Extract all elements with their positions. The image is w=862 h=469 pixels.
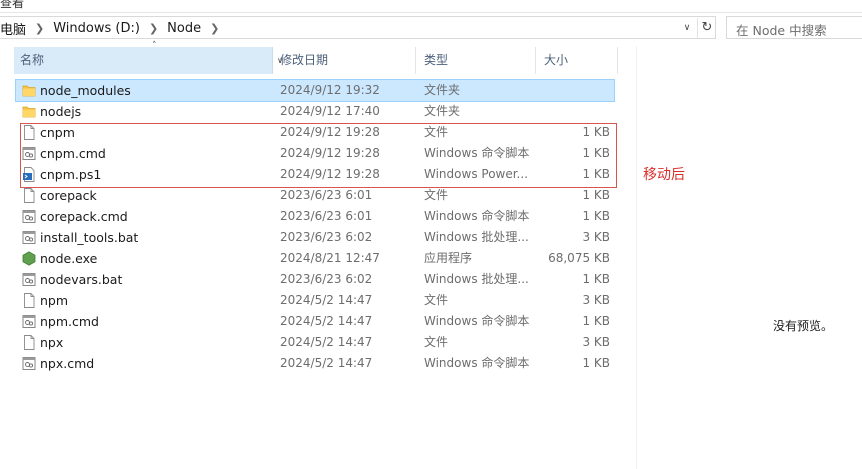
column-date-label: 修改日期 bbox=[280, 53, 329, 67]
preview-pane-divider[interactable] bbox=[636, 46, 637, 469]
bat-file-icon bbox=[22, 230, 36, 245]
file-size: 1 KB bbox=[582, 356, 610, 370]
file-type: 文件夹 bbox=[424, 104, 461, 118]
file-size: 1 KB bbox=[582, 209, 610, 223]
file-name: install_tools.bat bbox=[40, 230, 139, 245]
file-size: 1 KB bbox=[582, 272, 610, 286]
file-size: 1 KB bbox=[582, 188, 610, 202]
file-icon bbox=[22, 335, 36, 350]
file-name: nodevars.bat bbox=[40, 272, 123, 287]
file-size: 3 KB bbox=[582, 293, 610, 307]
file-modified-date: 2023/6/23 6:01 bbox=[280, 188, 373, 202]
breadcrumb: 电脑 ❯ Windows (D:) ❯ Node ❯ bbox=[0, 19, 228, 38]
file-name: npm.cmd bbox=[40, 314, 99, 329]
folder-icon bbox=[22, 83, 36, 98]
file-row[interactable]: npx.cmd 2024/5/2 14:47 Windows 命令脚本 1 KB bbox=[16, 353, 614, 374]
column-type-label: 类型 bbox=[424, 53, 449, 67]
chevron-right-icon[interactable]: ❯ bbox=[35, 22, 44, 35]
file-type: Windows 命令脚本 bbox=[424, 356, 530, 370]
file-name: corepack bbox=[40, 188, 97, 203]
file-type: Windows 批处理... bbox=[424, 272, 529, 286]
file-row[interactable]: npx 2024/5/2 14:47 文件 3 KB bbox=[16, 332, 614, 353]
chevron-right-icon[interactable]: ❯ bbox=[149, 22, 158, 35]
address-bar[interactable]: 电脑 ❯ Windows (D:) ❯ Node ❯ ∨ ↻ bbox=[0, 16, 716, 39]
file-type: 文件 bbox=[424, 335, 449, 349]
refresh-icon: ↻ bbox=[701, 20, 713, 35]
file-row[interactable]: node_modules 2024/9/12 19:32 文件夹 bbox=[15, 79, 615, 102]
file-row[interactable]: nodevars.bat 2023/6/23 6:02 Windows 批处理...… bbox=[16, 269, 614, 290]
column-size-label: 大小 bbox=[544, 53, 569, 67]
search-input[interactable]: 在 Node 中搜索 bbox=[736, 20, 827, 39]
cmd-file-icon bbox=[22, 314, 36, 329]
file-name: nodejs bbox=[40, 104, 82, 119]
column-header-name[interactable]: 名称 ˄ ∨ bbox=[14, 41, 283, 74]
file-type: 文件 bbox=[424, 188, 449, 202]
breadcrumb-this-pc[interactable]: 电脑 bbox=[0, 19, 26, 38]
refresh-button[interactable]: ↻ bbox=[697, 18, 716, 38]
column-divider[interactable] bbox=[272, 47, 273, 74]
file-row[interactable]: npm.cmd 2024/5/2 14:47 Windows 命令脚本 1 KB bbox=[16, 311, 614, 332]
file-row[interactable]: node.exe 2024/8/21 12:47 应用程序 68,075 KB bbox=[16, 248, 614, 269]
file-size: 3 KB bbox=[582, 335, 610, 349]
file-type: 文件 bbox=[424, 293, 449, 307]
breadcrumb-drive-d[interactable]: Windows (D:) bbox=[53, 21, 140, 36]
file-name: corepack.cmd bbox=[40, 209, 128, 224]
file-size: 3 KB bbox=[582, 230, 610, 244]
file-modified-date: 2024/9/12 17:40 bbox=[280, 104, 380, 118]
column-header-date[interactable]: 修改日期 bbox=[274, 47, 416, 74]
menu-strip: 查看 bbox=[0, 0, 862, 13]
file-type: Windows 命令脚本 bbox=[424, 209, 530, 223]
chevron-right-icon[interactable]: ❯ bbox=[210, 22, 219, 35]
file-row[interactable]: nodejs 2024/9/12 17:40 文件夹 bbox=[16, 101, 614, 122]
column-header-size[interactable]: 大小 bbox=[538, 47, 618, 74]
file-modified-date: 2024/5/2 14:47 bbox=[280, 293, 373, 307]
file-name: npx.cmd bbox=[40, 356, 95, 371]
column-header-row: 名称 ˄ ∨ 修改日期 类型 大小 bbox=[0, 41, 620, 74]
cmd-file-icon bbox=[22, 209, 36, 224]
file-name: npm bbox=[40, 293, 69, 308]
column-header-type[interactable]: 类型 bbox=[418, 47, 536, 74]
file-modified-date: 2023/6/23 6:02 bbox=[280, 272, 373, 286]
cmd-file-icon bbox=[22, 356, 36, 371]
annotation-highlight-box bbox=[20, 123, 617, 188]
annotation-label: 移动后 bbox=[643, 167, 685, 183]
breadcrumb-node[interactable]: Node bbox=[167, 21, 201, 36]
bat-file-icon bbox=[22, 272, 36, 287]
file-size: 68,075 KB bbox=[548, 251, 610, 265]
address-history-dropdown[interactable]: ∨ bbox=[680, 19, 694, 37]
file-row[interactable]: install_tools.bat 2023/6/23 6:02 Windows 批… bbox=[16, 227, 614, 248]
file-row[interactable]: corepack 2023/6/23 6:01 文件 1 KB bbox=[16, 185, 614, 206]
sort-ascending-icon: ˄ bbox=[152, 41, 157, 51]
file-type: Windows 命令脚本 bbox=[424, 314, 530, 328]
file-modified-date: 2024/5/2 14:47 bbox=[280, 335, 373, 349]
file-name: node.exe bbox=[40, 251, 98, 266]
preview-pane-message: 没有预览。 bbox=[773, 319, 834, 333]
file-modified-date: 2024/5/2 14:47 bbox=[280, 356, 373, 370]
node-exe-icon bbox=[22, 251, 36, 266]
file-name: node_modules bbox=[40, 83, 131, 98]
file-type: 应用程序 bbox=[424, 251, 473, 265]
file-modified-date: 2024/9/12 19:32 bbox=[280, 83, 380, 97]
file-modified-date: 2024/8/21 12:47 bbox=[280, 251, 380, 265]
file-name: npx bbox=[40, 335, 64, 350]
menu-item-view[interactable]: 查看 bbox=[0, 0, 24, 11]
file-icon bbox=[22, 188, 36, 203]
file-modified-date: 2023/6/23 6:01 bbox=[280, 209, 373, 223]
file-type: 文件夹 bbox=[424, 83, 461, 97]
folder-icon bbox=[22, 104, 36, 119]
chevron-down-icon: ∨ bbox=[683, 23, 691, 33]
file-type: Windows 批处理... bbox=[424, 230, 529, 244]
file-modified-date: 2023/6/23 6:02 bbox=[280, 230, 373, 244]
file-modified-date: 2024/5/2 14:47 bbox=[280, 314, 373, 328]
file-icon bbox=[22, 293, 36, 308]
file-row[interactable]: npm 2024/5/2 14:47 文件 3 KB bbox=[16, 290, 614, 311]
file-row[interactable]: corepack.cmd 2023/6/23 6:01 Windows 命令脚本 1 … bbox=[16, 206, 614, 227]
column-name-label: 名称 bbox=[20, 53, 45, 67]
search-box[interactable]: 在 Node 中搜索 bbox=[726, 16, 862, 39]
file-size: 1 KB bbox=[582, 314, 610, 328]
